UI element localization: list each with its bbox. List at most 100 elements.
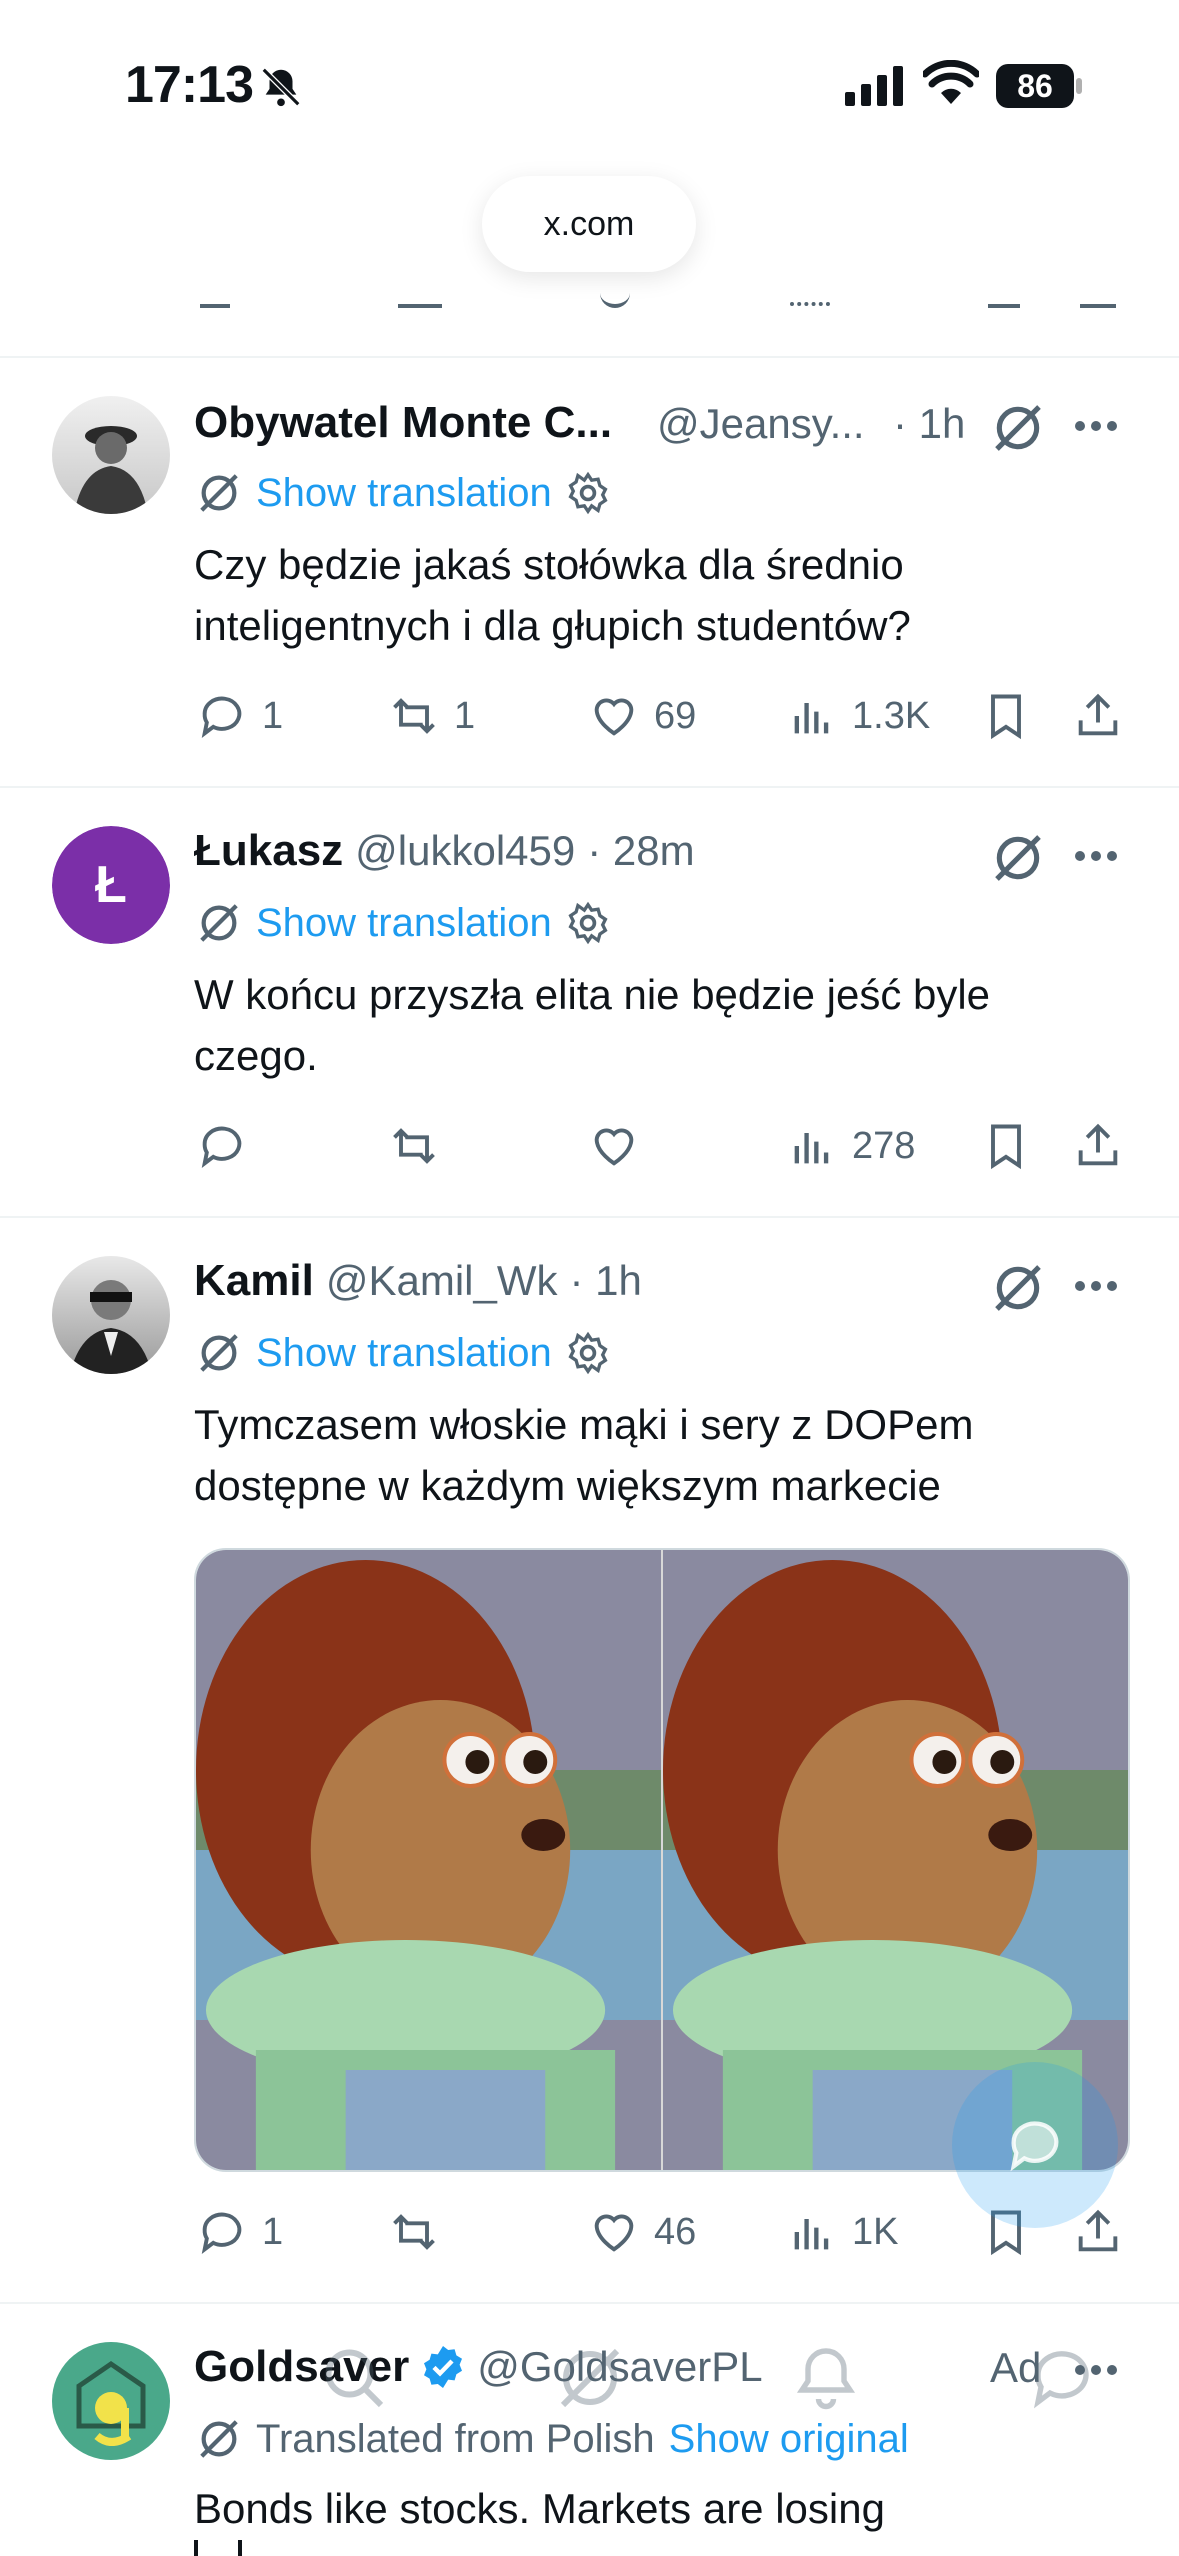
reply-icon	[201, 1126, 242, 1168]
tweet-text: W końcu przyszła elita nie będzie jeść b…	[194, 971, 991, 1079]
avatar-letter: Ł	[95, 856, 127, 914]
author-name[interactable]: Goldsaver	[194, 2342, 409, 2392]
author-handle[interactable]: @Kamil_Wk	[326, 1257, 558, 1305]
grok-icon[interactable]	[990, 400, 1046, 461]
avatar[interactable]: Ł	[52, 826, 170, 944]
retweet-count: 1	[454, 694, 476, 737]
retweet-icon	[393, 2214, 435, 2250]
views-button[interactable]: 278	[786, 1120, 915, 1172]
translation-row: Show translation	[196, 1330, 610, 1376]
like-count: 46	[654, 2210, 697, 2253]
author-name[interactable]: Obywatel Monte C...	[194, 398, 612, 448]
avatar[interactable]	[52, 2342, 170, 2460]
heart-icon	[594, 698, 634, 736]
avatar[interactable]	[52, 1256, 170, 1374]
author-handle[interactable]: @GoldsaverPL	[477, 2343, 762, 2391]
heart-icon	[594, 2214, 634, 2252]
compose-icon	[1010, 2121, 1059, 2172]
author-handle[interactable]: @Jeansy...	[657, 400, 865, 448]
views-button[interactable]: 1K	[786, 2206, 898, 2258]
tweet-text: Czy będzie jakaś stołówka dla średnio in…	[194, 541, 911, 649]
show-translation-link[interactable]: Show translation	[256, 1331, 552, 1376]
translate-icon	[200, 474, 238, 512]
tweet-actions: 1 1 69 1.3K	[0, 690, 1179, 750]
like-count: 69	[654, 694, 697, 737]
translate-icon	[200, 1334, 238, 1372]
avatar[interactable]	[52, 396, 170, 514]
author-handle[interactable]: @lukkol459	[355, 827, 575, 875]
more-icon[interactable]	[1072, 418, 1120, 439]
share-button[interactable]	[1072, 1120, 1124, 1172]
share-button[interactable]	[1072, 690, 1124, 742]
settings-gear-icon[interactable]	[566, 901, 610, 945]
retweet-icon	[393, 698, 435, 734]
grok-icon[interactable]	[990, 1260, 1046, 1321]
tweet-actions: 278	[0, 1120, 1179, 1180]
show-translation-link[interactable]: Show translation	[256, 901, 552, 946]
notifications-icon[interactable]	[790, 2342, 862, 2414]
reply-button[interactable]: 1	[196, 690, 283, 742]
tweet-text: Tymczasem włoskie mąki i sery z DOPem do…	[194, 1401, 974, 1509]
share-icon	[1078, 693, 1118, 736]
views-icon	[794, 703, 829, 734]
tweet-text-overflow	[194, 2540, 254, 2556]
reply-count: 1	[262, 694, 284, 737]
author-line: Goldsaver @GoldsaverPL	[194, 2342, 763, 2392]
compose-button[interactable]	[952, 2062, 1118, 2228]
heart-icon	[594, 1128, 634, 1166]
media-frame-left	[196, 1550, 663, 2170]
battery-tip	[1076, 78, 1082, 94]
ad-label: Ad	[990, 2344, 1042, 2391]
reply-icon	[201, 696, 242, 738]
author-line: Łukasz @lukkol459 · 28m	[194, 826, 695, 876]
battery-indicator: 86	[996, 64, 1074, 108]
translation-row: Show translation	[196, 470, 610, 516]
retweet-button[interactable]	[388, 2206, 440, 2258]
more-icon[interactable]	[1072, 848, 1120, 869]
show-translation-link[interactable]: Show translation	[256, 471, 552, 516]
bookmark-icon	[991, 1124, 1021, 1170]
like-button[interactable]: 69	[588, 690, 696, 742]
battery-level: 86	[1017, 67, 1053, 104]
translate-icon	[200, 904, 238, 942]
tweet-divider	[0, 2302, 1179, 2304]
share-icon	[1078, 1123, 1118, 1166]
tweet-text: Bonds like stocks. Markets are losing	[194, 2485, 885, 2532]
views-count: 278	[852, 1124, 916, 1167]
signal-icon	[845, 66, 905, 111]
tweet-divider	[0, 786, 1179, 788]
tweet-divider	[0, 1216, 1179, 1218]
grok-icon[interactable]	[990, 830, 1046, 891]
bookmark-button[interactable]	[980, 1120, 1032, 1172]
tweet-time[interactable]: · 1h	[893, 400, 965, 448]
author-name[interactable]: Łukasz	[194, 826, 343, 876]
retweet-button[interactable]: 1	[388, 690, 475, 742]
bookmark-button[interactable]	[980, 690, 1032, 742]
like-button[interactable]	[588, 1120, 640, 1172]
settings-gear-icon[interactable]	[566, 471, 610, 515]
silent-bell-icon	[258, 64, 304, 110]
show-original-link[interactable]: Show original	[669, 2417, 909, 2462]
views-icon	[794, 1133, 829, 1164]
views-count: 1K	[852, 2210, 899, 2253]
more-icon[interactable]	[1072, 1278, 1120, 1299]
reply-count: 1	[262, 2210, 284, 2253]
like-button[interactable]: 46	[588, 2206, 696, 2258]
url-bar[interactable]: x.com	[482, 176, 696, 272]
retweet-button[interactable]	[388, 1120, 440, 1172]
bookmark-icon	[991, 694, 1021, 740]
views-button[interactable]: 1.3K	[786, 690, 930, 742]
url-text: x.com	[543, 204, 635, 243]
reply-button[interactable]: 1	[196, 2206, 283, 2258]
verified-badge-icon	[424, 2346, 463, 2388]
translation-row: Show translation	[196, 900, 610, 946]
translated-from-label: Translated from Polish	[256, 2416, 655, 2461]
previous-tweet-actions	[0, 290, 1179, 320]
author-name[interactable]: Kamil	[194, 1256, 314, 1306]
settings-gear-icon[interactable]	[566, 1331, 610, 1375]
reply-button[interactable]	[196, 1120, 262, 1172]
more-icon[interactable]	[1072, 2362, 1120, 2383]
wifi-icon	[921, 59, 981, 111]
tweet-time[interactable]: · 1h	[569, 1257, 641, 1305]
tweet-time[interactable]: · 28m	[587, 827, 694, 875]
